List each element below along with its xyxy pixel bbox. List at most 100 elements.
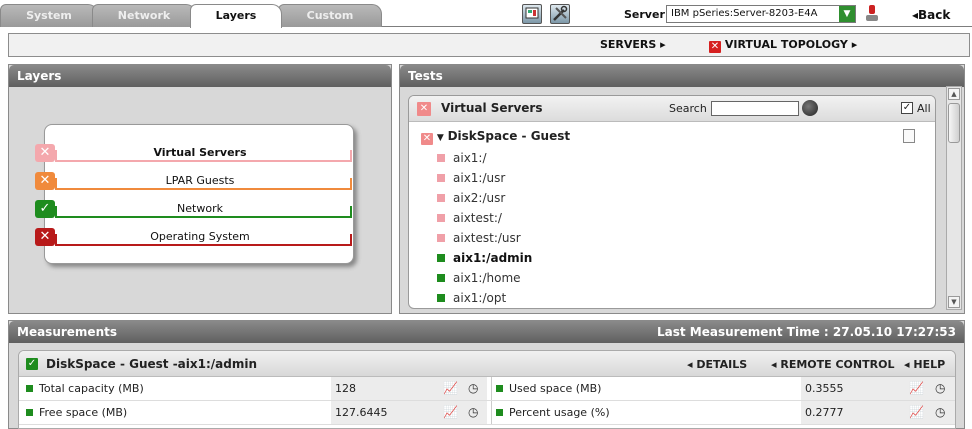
measurements-title: Measurements xyxy=(17,325,117,339)
clock-icon[interactable]: ◷ xyxy=(468,405,478,419)
search-input[interactable] xyxy=(711,101,799,116)
top-tab-bar: System Network Layers Custom Server IBM … xyxy=(0,0,972,28)
chevron-right-icon: ▸ xyxy=(851,38,858,51)
test-list-item-label: aix1:/admin xyxy=(453,251,533,265)
clock-icon[interactable]: ◷ xyxy=(468,381,478,395)
test-list-item[interactable]: aixtest:/ xyxy=(437,211,502,225)
measurement-card-header: ✓ DiskSpace - Guest -aix1:/admin ◂ DETAI… xyxy=(19,351,955,377)
chevron-down-icon[interactable]: ▼ xyxy=(437,133,444,143)
measure-value: 128 xyxy=(331,377,487,400)
test-group-label: DiskSpace - Guest xyxy=(447,129,571,143)
measure-label: Used space (MB) xyxy=(491,377,801,400)
measurement-card: ✓ DiskSpace - Guest -aix1:/admin ◂ DETAI… xyxy=(18,350,956,429)
scroll-up-icon[interactable]: ▲ xyxy=(948,88,960,100)
all-label: All xyxy=(917,102,931,115)
status-square-icon xyxy=(26,409,33,416)
status-square-icon xyxy=(437,254,445,262)
test-list-item[interactable]: aix2:/usr xyxy=(437,191,506,205)
layer-diagram: ✕ Virtual Servers ✕ LPAR Guests ✓ Networ… xyxy=(35,124,355,264)
user-logout-icon[interactable] xyxy=(864,4,880,22)
scroll-down-icon[interactable]: ▼ xyxy=(948,296,960,308)
status-square-icon xyxy=(496,409,503,416)
tests-header: ✕ Virtual Servers Search ✓ All xyxy=(409,96,935,122)
back-button[interactable]: ◂Back xyxy=(912,8,950,22)
document-icon[interactable] xyxy=(903,129,915,143)
layer-operating-system[interactable]: ✕ Operating System xyxy=(35,228,355,248)
tab-layers[interactable]: Layers xyxy=(190,4,282,28)
error-light-icon: ✕ xyxy=(421,133,433,145)
test-list-item-label: aixtest:/ xyxy=(453,211,502,225)
test-list-item[interactable]: aix1:/ xyxy=(437,151,487,165)
graph-icon[interactable]: 📈 xyxy=(443,405,458,419)
graph-icon[interactable]: 📈 xyxy=(909,381,924,395)
status-square-icon xyxy=(437,274,445,282)
graph-icon[interactable]: 📈 xyxy=(909,405,924,419)
test-list-item-label: aix1:/usr xyxy=(453,171,506,185)
dashboard-icon[interactable] xyxy=(522,4,542,24)
measure-value: 0.2777 xyxy=(801,401,955,424)
measure-label: Percent usage (%) xyxy=(491,401,801,424)
scroll-thumb[interactable] xyxy=(948,103,960,143)
clock-icon[interactable]: ◷ xyxy=(935,381,945,395)
test-list-item[interactable]: aixtest:/usr xyxy=(437,231,521,245)
layer-network[interactable]: ✓ Network xyxy=(35,200,355,220)
measurement-row: Free space (MB) 127.6445 📈 ◷ Percent usa… xyxy=(19,401,955,425)
measure-value: 0.3555 xyxy=(801,377,955,400)
measure-value: 127.6445 xyxy=(331,401,487,424)
breadcrumb: SERVERS ▸ ✕ VIRTUAL TOPOLOGY ▸ xyxy=(8,33,970,57)
tools-icon[interactable] xyxy=(550,4,570,24)
tests-panel-title: Tests xyxy=(400,65,964,87)
layers-panel-title: Layers xyxy=(9,65,391,87)
all-checkbox[interactable]: ✓ xyxy=(901,102,913,114)
tests-scrollbar[interactable]: ▲ ▼ xyxy=(946,86,962,310)
breadcrumb-virtual-topology[interactable]: ✕ VIRTUAL TOPOLOGY ▸ xyxy=(709,38,857,53)
measure-label: Total capacity (MB) xyxy=(26,377,331,400)
remote-control-link[interactable]: ◂ REMOTE CONTROL xyxy=(771,358,894,371)
measure-label: Free space (MB) xyxy=(26,401,331,424)
tab-system[interactable]: System xyxy=(0,4,98,27)
status-square-icon xyxy=(437,234,445,242)
last-measurement-time: Last Measurement Time : 27.05.10 17:27:5… xyxy=(656,325,956,339)
measurement-row: Total capacity (MB) 128 📈 ◷ Used space (… xyxy=(19,377,955,401)
search-go-icon[interactable] xyxy=(802,100,818,116)
server-select[interactable]: IBM pSeries:Server-8203-E4A ▼ xyxy=(666,5,856,23)
error-icon: ✕ xyxy=(709,41,721,53)
test-list-item[interactable]: aix1:/usr xyxy=(437,171,506,185)
test-list-item[interactable]: aix1:/admin xyxy=(437,251,533,265)
status-square-icon xyxy=(437,194,445,202)
tab-network[interactable]: Network xyxy=(92,4,196,27)
chevron-right-icon: ▸ xyxy=(660,38,666,51)
measurement-card-title: DiskSpace - Guest -aix1:/admin xyxy=(46,357,258,371)
test-list-item[interactable]: aix1:/home xyxy=(437,271,521,285)
tests-header-title: Virtual Servers xyxy=(441,101,543,115)
status-square-icon xyxy=(437,294,445,302)
test-list-item-label: aixtest:/usr xyxy=(453,231,521,245)
status-square-icon xyxy=(437,174,445,182)
help-link[interactable]: ◂ HELP xyxy=(904,358,945,371)
tests-list-box: ✕ Virtual Servers Search ✓ All ✕ ▼ DiskS… xyxy=(408,95,936,309)
clock-icon[interactable]: ◷ xyxy=(935,405,945,419)
layer-virtual-servers[interactable]: ✕ Virtual Servers xyxy=(35,144,355,164)
status-square-icon xyxy=(437,214,445,222)
status-square-icon xyxy=(26,385,33,392)
chevron-down-icon[interactable]: ▼ xyxy=(839,6,855,22)
graph-icon[interactable]: 📈 xyxy=(443,381,458,395)
tab-custom[interactable]: Custom xyxy=(278,4,382,27)
layer-lpar-guests[interactable]: ✕ LPAR Guests xyxy=(35,172,355,192)
details-link[interactable]: ◂ DETAILS xyxy=(687,358,747,371)
measurements-panel-header: Measurements Last Measurement Time : 27.… xyxy=(9,321,964,343)
breadcrumb-servers[interactable]: SERVERS ▸ xyxy=(600,38,666,51)
test-list-item-label: aix1:/ xyxy=(453,151,487,165)
test-list-item-label: aix1:/home xyxy=(453,271,521,285)
server-label: Server xyxy=(624,8,665,21)
error-light-icon: ✕ xyxy=(417,102,431,116)
status-square-icon xyxy=(496,385,503,392)
status-square-icon xyxy=(437,154,445,162)
server-select-value: IBM pSeries:Server-8203-E4A xyxy=(671,8,818,19)
check-icon: ✓ xyxy=(26,358,38,370)
search-label: Search xyxy=(669,102,707,115)
test-list-item[interactable]: aix1:/opt xyxy=(437,291,507,305)
test-group[interactable]: ✕ ▼ DiskSpace - Guest xyxy=(421,129,570,145)
test-list-item-label: aix1:/opt xyxy=(453,291,507,305)
test-list-item-label: aix2:/usr xyxy=(453,191,506,205)
